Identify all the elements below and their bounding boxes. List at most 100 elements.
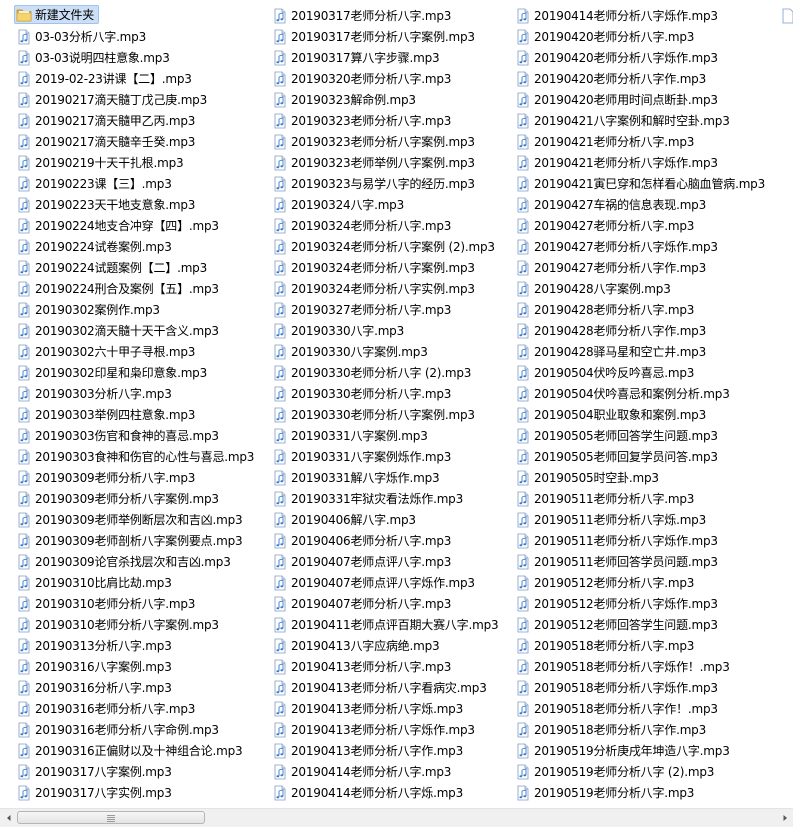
file-item[interactable]: 20190224试题案例【二】.mp3 <box>16 257 266 278</box>
file-item[interactable]: 20190413老师分析八字作.mp3 <box>272 740 512 761</box>
file-item[interactable]: 20190331牢狱灾看法烁作.mp3 <box>272 488 512 509</box>
file-item[interactable]: 20190413老师分析八字.mp3 <box>272 656 512 677</box>
file-item[interactable]: 20190324八字.mp3 <box>272 194 512 215</box>
file-item[interactable]: 20190323解命例.mp3 <box>272 89 512 110</box>
file-item[interactable]: 20190407老师点评八字.mp3 <box>272 551 512 572</box>
scroll-left-button[interactable] <box>0 809 17 827</box>
file-item[interactable]: 20190330八字.mp3 <box>272 320 512 341</box>
file-item[interactable]: 20190324老师分析八字实例.mp3 <box>272 278 512 299</box>
file-item[interactable]: 20190406老师分析八字.mp3 <box>272 530 512 551</box>
file-item[interactable]: 20190303举例四柱意象.mp3 <box>16 404 266 425</box>
file-item[interactable]: 20190217滴天髓甲乙丙.mp3 <box>16 110 266 131</box>
file-item[interactable]: 20190330八字案例.mp3 <box>272 341 512 362</box>
file-item[interactable]: 20190309老师举例断层次和吉凶.mp3 <box>16 509 266 530</box>
file-item[interactable]: 20190427老师分析八字.mp3 <box>515 215 777 236</box>
file-item[interactable]: 20190407老师点评八字烁作.mp3 <box>272 572 512 593</box>
file-item[interactable]: 20190519分析庚戌年坤造八字.mp3 <box>515 740 777 761</box>
file-item[interactable]: 20190518老师分析八字烁作.mp3 <box>515 677 777 698</box>
file-item[interactable]: 03-03说明四柱意象.mp3 <box>16 47 266 68</box>
file-item[interactable]: 20190505老师回复学员问答.mp3 <box>515 446 777 467</box>
file-item[interactable]: 20190324老师分析八字案例 (2).mp3 <box>272 236 512 257</box>
file-item[interactable]: 20190224刑合及案例【五】.mp3 <box>16 278 266 299</box>
file-item[interactable]: 20190414老师分析八字烁.mp3 <box>272 782 512 803</box>
file-item[interactable]: 20190413老师分析八字烁.mp3 <box>272 698 512 719</box>
file-item[interactable]: 20190511老师回答学员问题.mp3 <box>515 551 777 572</box>
file-item[interactable]: 20190302印星和枭印意象.mp3 <box>16 362 266 383</box>
file-item[interactable]: 20190330老师分析八字.mp3 <box>272 383 512 404</box>
file-item[interactable]: 20190224地支合冲穿【四】.mp3 <box>16 215 266 236</box>
file-item[interactable]: 20190320老师分析八字.mp3 <box>272 68 512 89</box>
file-item[interactable]: 20190518老师分析八字.mp3 <box>515 635 777 656</box>
file-item[interactable]: 20190512老师分析八字.mp3 <box>515 572 777 593</box>
file-item[interactable]: 20190316分析八字.mp3 <box>16 677 266 698</box>
file-item[interactable]: 20190324老师分析八字案例.mp3 <box>272 257 512 278</box>
file-item[interactable]: 20190512老师分析八字烁作.mp3 <box>515 593 777 614</box>
file-item[interactable]: 20190217滴天髓丁戊己庚.mp3 <box>16 89 266 110</box>
file-item[interactable]: 03-03分析八字.mp3 <box>16 26 266 47</box>
file-item[interactable]: 20190504伏吟反吟喜忌.mp3 <box>515 362 777 383</box>
file-item[interactable]: 20190331八字案例烁作.mp3 <box>272 446 512 467</box>
file-item[interactable]: 20190421老师分析八字.mp3 <box>515 131 777 152</box>
file-item[interactable]: 20190505老师回答学生问题.mp3 <box>515 425 777 446</box>
file-item[interactable]: 20190331解八字烁作.mp3 <box>272 467 512 488</box>
file-item[interactable]: 20190223天干地支意象.mp3 <box>16 194 266 215</box>
file-item[interactable]: 20190421寅巳穿和怎样看心脑血管病.mp3 <box>515 173 777 194</box>
file-item[interactable]: 20190316八字案例.mp3 <box>16 656 266 677</box>
file-item[interactable]: 20190323老师举例八字案例.mp3 <box>272 152 512 173</box>
file-item[interactable]: 20190411老师点评百期大赛八字.mp3 <box>272 614 512 635</box>
file-item[interactable]: 20190309论官杀找层次和吉凶.mp3 <box>16 551 266 572</box>
file-item[interactable]: 20190330老师分析八字案例.mp3 <box>272 404 512 425</box>
file-item[interactable]: 20190309老师分析八字.mp3 <box>16 467 266 488</box>
file-item[interactable]: 20190518老师分析八字作.mp3 <box>515 719 777 740</box>
file-item[interactable]: 20190420老师用时间点断卦.mp3 <box>515 89 777 110</box>
file-item[interactable]: 20190330老师分析八字 (2).mp3 <box>272 362 512 383</box>
file-item[interactable]: 20190310老师分析八字案例.mp3 <box>16 614 266 635</box>
file-item[interactable]: 20190317八字案例.mp3 <box>16 761 266 782</box>
file-item[interactable]: 2019-02-23讲课【二】.mp3 <box>16 68 266 89</box>
file-item[interactable]: 20190420老师分析八字作.mp3 <box>515 68 777 89</box>
file-item[interactable]: 20190428八字案例.mp3 <box>515 278 777 299</box>
file-item[interactable]: 20190317算八字步骤.mp3 <box>272 47 512 68</box>
file-item[interactable]: 20190219十天干扎根.mp3 <box>16 152 266 173</box>
file-item[interactable]: 20190413老师分析八字烁作.mp3 <box>272 719 512 740</box>
file-item[interactable]: 20190317老师分析八字案例.mp3 <box>272 26 512 47</box>
file-item[interactable]: 20190420老师分析八字.mp3 <box>515 26 777 47</box>
file-item[interactable]: 20190512老师回答学生问题.mp3 <box>515 614 777 635</box>
file-item[interactable]: 20190224试卷案例.mp3 <box>16 236 266 257</box>
file-item[interactable]: 20190317老师分析八字.mp3 <box>272 5 512 26</box>
file-item[interactable]: 20190505时空卦.mp3 <box>515 467 777 488</box>
file-item[interactable]: 20190428驿马星和空亡井.mp3 <box>515 341 777 362</box>
file-item[interactable]: 20190427老师分析八字烁作.mp3 <box>515 236 777 257</box>
file-item[interactable]: 20190413老师分析八字看病灾.mp3 <box>272 677 512 698</box>
file-item[interactable]: 20190313分析八字.mp3 <box>16 635 266 656</box>
file-item[interactable]: 20190323老师分析八字.mp3 <box>272 110 512 131</box>
file-item[interactable]: 20190217滴天髓辛壬癸.mp3 <box>16 131 266 152</box>
file-item[interactable]: 20190407老师分析八字.mp3 <box>272 593 512 614</box>
scroll-right-button[interactable] <box>776 809 793 827</box>
file-item[interactable]: 20190518老师分析八字作！.mp3 <box>515 698 777 719</box>
file-item[interactable]: 20190223课【三】.mp3 <box>16 173 266 194</box>
file-item-partial[interactable] <box>780 5 793 26</box>
file-item[interactable]: 20190511老师分析八字烁.mp3 <box>515 509 777 530</box>
file-item[interactable]: 20190504伏吟喜忌和案例分析.mp3 <box>515 383 777 404</box>
file-item[interactable]: 20190316正偏财以及十神组合论.mp3 <box>16 740 266 761</box>
file-item[interactable]: 20190323与易学八字的经历.mp3 <box>272 173 512 194</box>
file-item[interactable]: 20190310老师分析八字.mp3 <box>16 593 266 614</box>
file-item[interactable]: 20190303食神和伤官的心性与喜忌.mp3 <box>16 446 266 467</box>
file-item[interactable]: 20190309老师分析八字案例.mp3 <box>16 488 266 509</box>
file-item[interactable]: 20190303分析八字.mp3 <box>16 383 266 404</box>
file-item[interactable]: 20190427车祸的信息表现.mp3 <box>515 194 777 215</box>
file-item[interactable]: 20190421老师分析八字烁作.mp3 <box>515 152 777 173</box>
file-item[interactable]: 20190504职业取象和案例.mp3 <box>515 404 777 425</box>
file-item[interactable]: 20190406解八字.mp3 <box>272 509 512 530</box>
file-item[interactable]: 20190427老师分析八字作.mp3 <box>515 257 777 278</box>
file-item[interactable]: 20190413八字应病绝.mp3 <box>272 635 512 656</box>
file-item[interactable]: 20190511老师分析八字.mp3 <box>515 488 777 509</box>
file-item[interactable]: 20190414老师分析八字烁作.mp3 <box>515 5 777 26</box>
scrollbar-thumb[interactable] <box>17 811 205 824</box>
file-item[interactable]: 20190323老师分析八字案例.mp3 <box>272 131 512 152</box>
file-item[interactable]: 20190511老师分析八字烁作.mp3 <box>515 530 777 551</box>
file-item[interactable]: 20190421八字案例和解时空卦.mp3 <box>515 110 777 131</box>
file-item[interactable]: 20190331八字案例.mp3 <box>272 425 512 446</box>
horizontal-scrollbar[interactable] <box>0 808 793 827</box>
